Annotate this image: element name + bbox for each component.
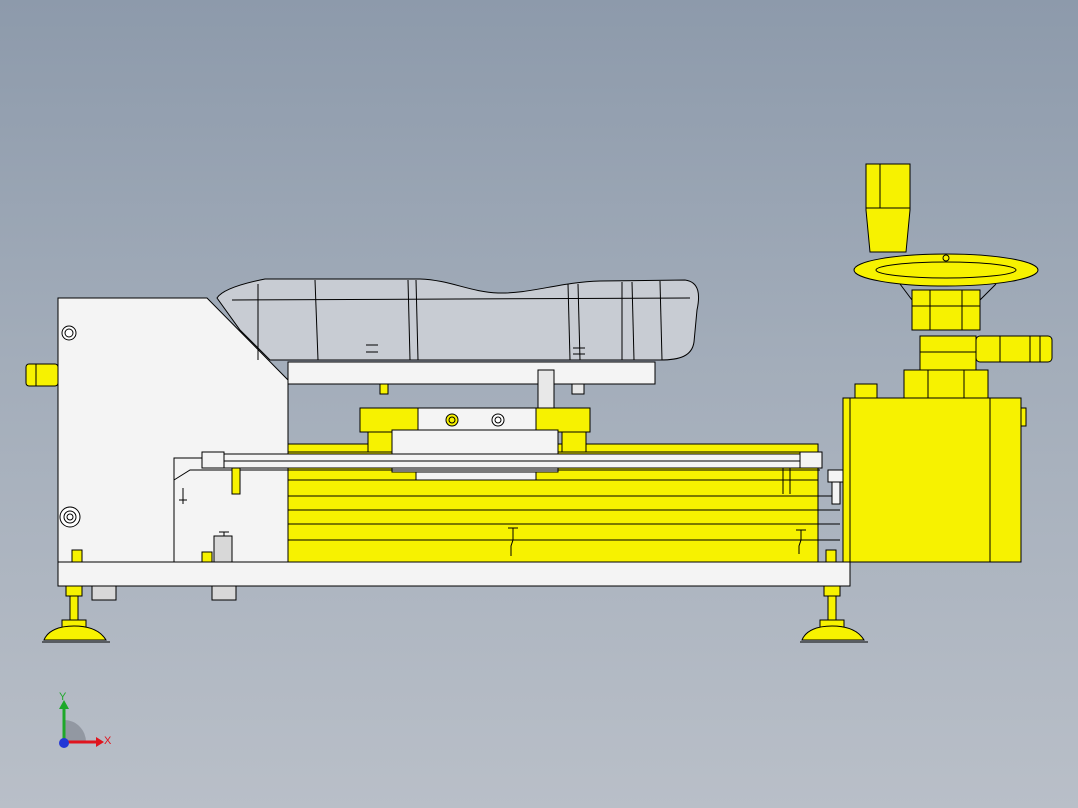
gearbox-housing[interactable] — [842, 335, 1027, 563]
handwheel[interactable] — [853, 253, 1039, 331]
base-plate[interactable] — [57, 561, 851, 587]
handwheel-grip[interactable] — [865, 163, 911, 253]
triad-z-axis — [59, 738, 69, 748]
coordinate-triad: X Y — [59, 691, 112, 748]
left-shaft — [25, 363, 59, 387]
top-plate[interactable] — [287, 361, 656, 385]
triad-x-label: X — [104, 735, 112, 747]
leveling-foot-right[interactable] — [800, 585, 868, 643]
carriage-block[interactable] — [359, 407, 591, 481]
cushion-pad[interactable] — [216, 278, 699, 361]
locking-lever[interactable] — [975, 335, 1053, 363]
cad-viewport[interactable]: X Y — [0, 0, 1078, 808]
triad-y-label: Y — [59, 691, 67, 703]
